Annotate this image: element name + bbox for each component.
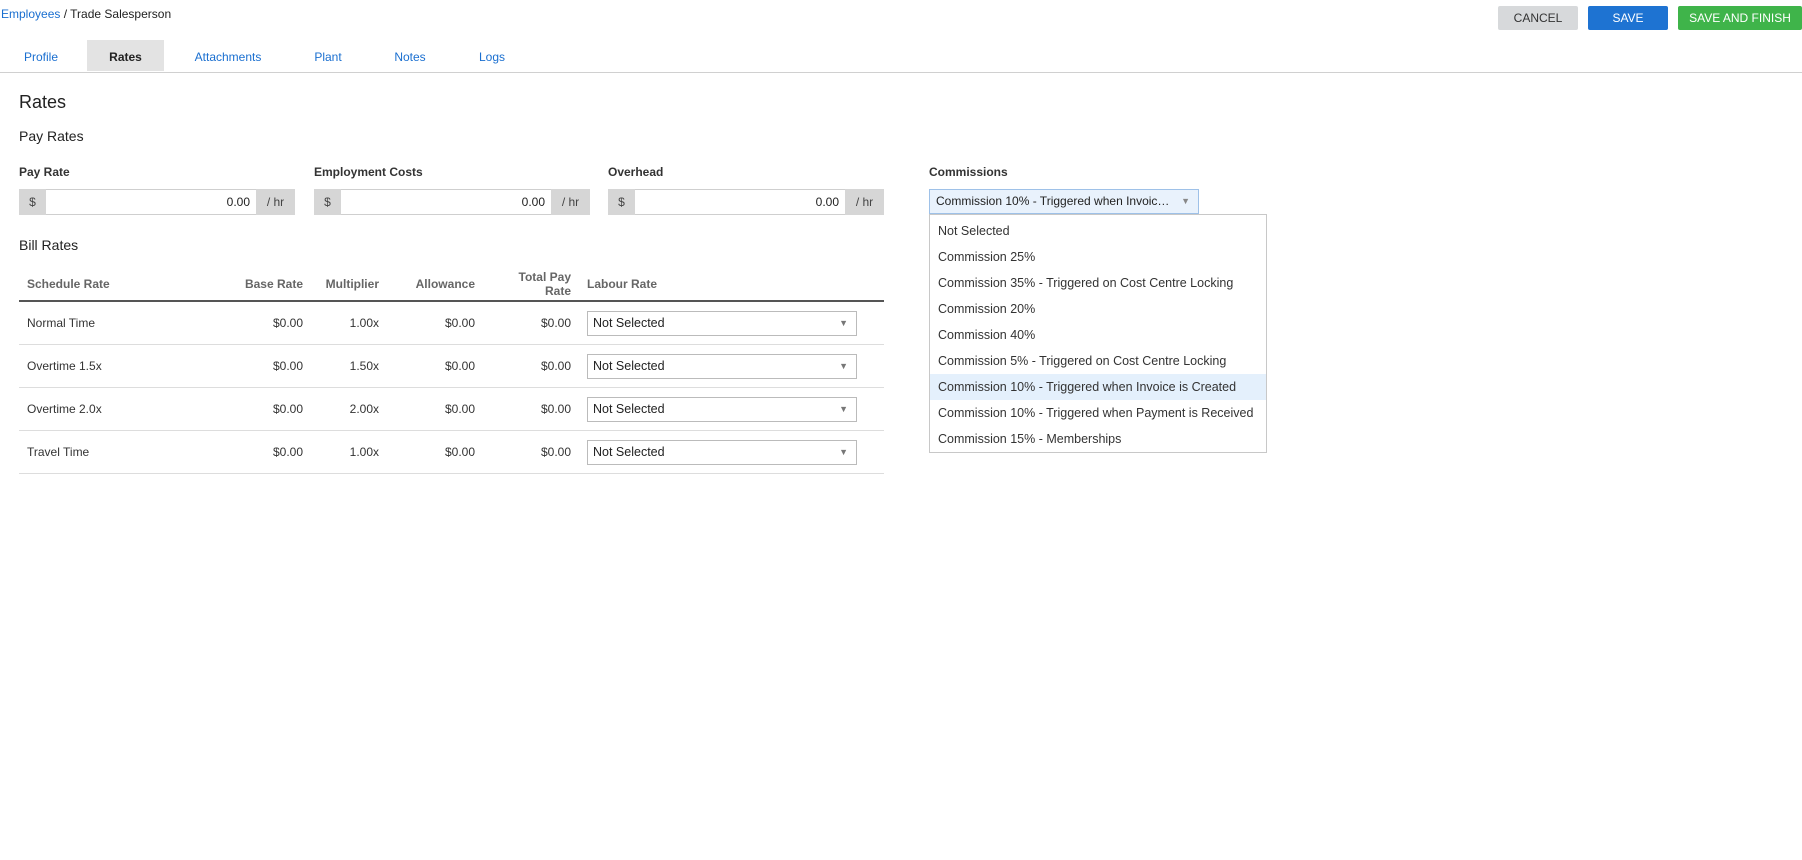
overhead-label: Overhead (608, 165, 664, 179)
schedule-rate-cell: Overtime 2.0x (19, 387, 215, 431)
employment-costs-label: Employment Costs (314, 165, 423, 179)
column-header: Multiplier (311, 267, 387, 302)
overhead-input[interactable]: 0.00 (635, 189, 845, 215)
caret-down-icon: ▼ (839, 446, 848, 457)
pay-rate-label: Pay Rate (19, 165, 70, 179)
currency-prefix: $ (608, 189, 635, 215)
column-header: Labour Rate (579, 267, 884, 302)
tab-plant[interactable]: Plant (298, 40, 358, 71)
table-header-row: Schedule Rate Base Rate Multiplier Allow… (19, 267, 884, 302)
labour-rate-value: Not Selected (593, 358, 665, 373)
labour-rate-cell: Not Selected ▼ (579, 387, 884, 431)
labour-rate-cell: Not Selected ▼ (579, 430, 884, 474)
commission-option[interactable]: Not Selected (930, 218, 1266, 244)
commission-option[interactable]: Commission 40% (930, 322, 1266, 348)
currency-prefix: $ (19, 189, 46, 215)
base-rate-cell: $0.00 (215, 301, 311, 345)
table-row: Normal Time $0.00 1.00x $0.00 $0.00 Not … (19, 301, 884, 345)
commission-option[interactable]: Commission 20% (930, 296, 1266, 322)
labour-rate-value: Not Selected (593, 401, 665, 416)
caret-down-icon: ▼ (839, 360, 848, 371)
per-hour-suffix: / hr (256, 189, 295, 215)
commission-option-highlighted[interactable]: Commission 10% - Triggered when Invoice … (930, 374, 1266, 400)
labour-rate-select[interactable]: Not Selected ▼ (587, 353, 857, 379)
total-pay-rate-cell: $0.00 (483, 430, 579, 474)
tab-bar: Profile Rates Attachments Plant Notes Lo… (0, 40, 1802, 73)
caret-down-icon: ▼ (839, 317, 848, 328)
currency-prefix: $ (314, 189, 341, 215)
allowance-cell: $0.00 (387, 344, 483, 388)
breadcrumb: Employees / Trade Salesperson (1, 7, 171, 21)
column-header: Allowance (387, 267, 483, 302)
column-header: Base Rate (215, 267, 311, 302)
tab-rates[interactable]: Rates (87, 40, 164, 71)
pay-rates-heading: Pay Rates (19, 128, 84, 144)
commission-option[interactable]: Commission 10% - Triggered when Payment … (930, 400, 1266, 426)
commission-option[interactable]: Commission 5% - Triggered on Cost Centre… (930, 348, 1266, 374)
save-button[interactable]: SAVE (1588, 6, 1668, 30)
column-header: Schedule Rate (19, 267, 215, 302)
allowance-cell: $0.00 (387, 430, 483, 474)
breadcrumb-current: Trade Salesperson (70, 7, 172, 21)
commission-option[interactable]: Commission 25% (930, 244, 1266, 270)
tab-profile[interactable]: Profile (0, 40, 82, 71)
save-and-finish-button[interactable]: SAVE AND FINISH (1678, 6, 1802, 30)
cancel-button[interactable]: CANCEL (1498, 6, 1578, 30)
total-pay-rate-cell: $0.00 (483, 344, 579, 388)
per-hour-suffix: / hr (551, 189, 590, 215)
commissions-selected-value: Commission 10% - Triggered when Invoic… (936, 194, 1170, 208)
commissions-select[interactable]: Commission 10% - Triggered when Invoic… … (929, 189, 1199, 214)
labour-rate-select[interactable]: Not Selected ▼ (587, 439, 857, 465)
total-pay-rate-cell: $0.00 (483, 301, 579, 345)
labour-rate-cell: Not Selected ▼ (579, 344, 884, 388)
base-rate-cell: $0.00 (215, 430, 311, 474)
per-hour-suffix: / hr (845, 189, 884, 215)
commissions-dropdown-list: Not Selected Commission 25% Commission 3… (929, 214, 1267, 453)
labour-rate-value: Not Selected (593, 315, 665, 330)
multiplier-cell: 1.00x (311, 301, 387, 345)
tab-notes[interactable]: Notes (380, 40, 440, 71)
schedule-rate-cell: Normal Time (19, 301, 215, 345)
overhead-input-group: $ 0.00 / hr (608, 189, 884, 215)
labour-rate-select[interactable]: Not Selected ▼ (587, 396, 857, 422)
page-title: Rates (19, 92, 67, 112)
labour-rate-value: Not Selected (593, 444, 665, 459)
breadcrumb-separator: / (60, 7, 71, 21)
table-row: Travel Time $0.00 1.00x $0.00 $0.00 Not … (19, 430, 884, 474)
allowance-cell: $0.00 (387, 387, 483, 431)
schedule-rate-cell: Travel Time (19, 430, 215, 474)
pay-rate-input-group: $ 0.00 / hr (19, 189, 295, 215)
labour-rate-cell: Not Selected ▼ (579, 301, 884, 345)
pay-rate-input[interactable]: 0.00 (46, 189, 256, 215)
multiplier-cell: 1.50x (311, 344, 387, 388)
caret-down-icon: ▼ (839, 403, 848, 414)
allowance-cell: $0.00 (387, 301, 483, 345)
tab-attachments[interactable]: Attachments (183, 40, 273, 71)
labour-rate-select[interactable]: Not Selected ▼ (587, 310, 857, 336)
total-pay-rate-cell: $0.00 (483, 387, 579, 431)
caret-down-icon: ▼ (1181, 196, 1190, 206)
bill-rates-heading: Bill Rates (19, 237, 79, 253)
bill-rates-table: Schedule Rate Base Rate Multiplier Allow… (19, 267, 884, 474)
base-rate-cell: $0.00 (215, 387, 311, 431)
commissions-label: Commissions (929, 165, 1008, 179)
column-header: Total Pay Rate (483, 267, 579, 302)
table-row: Overtime 1.5x $0.00 1.50x $0.00 $0.00 No… (19, 344, 884, 388)
multiplier-cell: 2.00x (311, 387, 387, 431)
breadcrumb-employees-link[interactable]: Employees (1, 7, 60, 21)
employment-costs-input-group: $ 0.00 / hr (314, 189, 590, 215)
base-rate-cell: $0.00 (215, 344, 311, 388)
multiplier-cell: 1.00x (311, 430, 387, 474)
schedule-rate-cell: Overtime 1.5x (19, 344, 215, 388)
commission-option[interactable]: Commission 35% - Triggered on Cost Centr… (930, 270, 1266, 296)
table-row: Overtime 2.0x $0.00 2.00x $0.00 $0.00 No… (19, 387, 884, 431)
commission-option[interactable]: Commission 15% - Memberships (930, 426, 1266, 452)
employment-costs-input[interactable]: 0.00 (341, 189, 551, 215)
tab-logs[interactable]: Logs (462, 40, 522, 71)
